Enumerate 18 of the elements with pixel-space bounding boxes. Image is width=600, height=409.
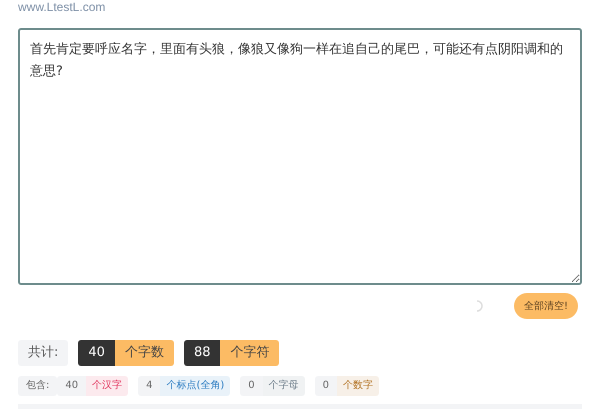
count-value: 40 [57, 376, 86, 396]
count-tag: 个标点(全角) [160, 376, 230, 396]
count-value: 0 [240, 376, 263, 396]
count-value: 4 [138, 376, 160, 396]
count-value: 0 [314, 376, 338, 396]
site-url: www.LtestL.com [18, 0, 106, 14]
count-tag: 个汉字 [86, 376, 128, 396]
count-unit: 个字数 [114, 340, 174, 366]
clear-all-button[interactable]: 全部清空! [514, 293, 578, 319]
loading-spinner-icon [476, 300, 484, 312]
count-value: 88 [184, 340, 220, 366]
total-label: 共计: [18, 340, 68, 366]
contains-label: 包含: [18, 376, 58, 396]
count-tag: 个数字 [337, 376, 380, 396]
count-unit: 个字符 [220, 340, 280, 366]
count-tag: 个字母 [262, 376, 305, 396]
count-value: 40 [78, 340, 115, 366]
text-input-field[interactable]: 首先肯定要呼应名字，里面有头狼，像狼又像狗一样在追自己的尾巴，可能还有点阴阳调和的意思? [18, 28, 582, 285]
